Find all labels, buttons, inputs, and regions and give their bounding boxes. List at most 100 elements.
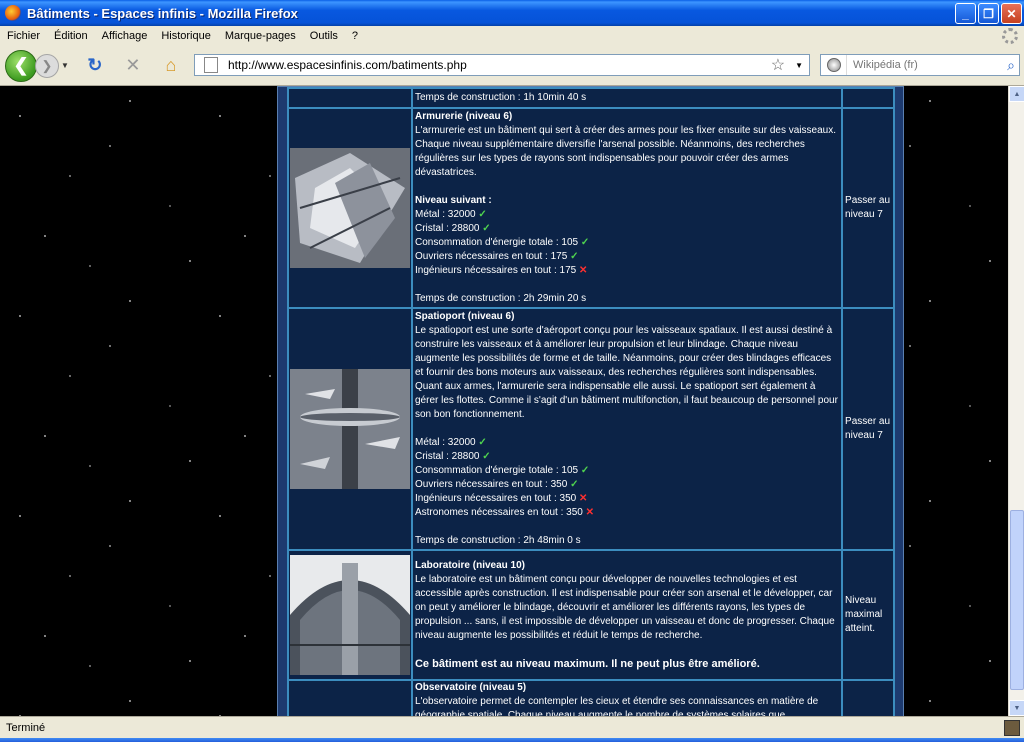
spatioport-image <box>289 369 410 489</box>
reload-button[interactable]: ↻ <box>83 54 107 78</box>
cross-icon: ✕ <box>578 493 588 504</box>
vertical-scrollbar[interactable]: ▲ ▼ <box>1008 86 1024 716</box>
construction-time: Temps de construction : 1h 10min 40 s <box>414 92 587 103</box>
home-button[interactable]: ⌂ <box>159 54 183 78</box>
content-frame: Temps de construction : 1h 10min 40 s Ar… <box>277 86 904 716</box>
scrollbar-thumb[interactable] <box>1010 510 1024 690</box>
bookmark-star-icon[interactable]: ☆ <box>771 55 785 75</box>
building-desc-cell: Armurerie (niveau 6) L'armurerie est un … <box>410 107 844 309</box>
table-row: Observatoire (niveau 5) L'observatoire p… <box>287 679 895 716</box>
page-icon <box>204 57 218 73</box>
building-image-cell <box>287 87 413 109</box>
max-level-message: Ce bâtiment est au niveau maximum. Il ne… <box>414 658 760 670</box>
next-level-label: Niveau suivant : <box>414 195 492 206</box>
menu-bar: Fichier Édition Affichage Historique Mar… <box>0 26 1024 46</box>
armurerie-image <box>289 148 410 268</box>
building-description: L'observatoire permet de contempler les … <box>414 696 819 716</box>
wikipedia-icon <box>826 58 841 72</box>
url-text[interactable]: http://www.espacesinfinis.com/batiments.… <box>228 58 771 72</box>
check-icon: ✓ <box>570 251 579 262</box>
building-action-cell <box>841 87 895 109</box>
status-bar: Terminé <box>0 716 1024 738</box>
search-engine-selector[interactable] <box>821 55 847 75</box>
url-bar[interactable]: http://www.espacesinfinis.com/batiments.… <box>194 54 810 76</box>
buildings-table-wrapper: Temps de construction : 1h 10min 40 s Ar… <box>287 87 895 716</box>
status-text: Terminé <box>6 721 46 734</box>
firefox-icon <box>5 5 21 21</box>
max-level-status: Niveau maximal atteint. <box>845 595 883 634</box>
home-icon: ⌂ <box>165 55 177 75</box>
req-ingenieurs: Ingénieurs nécessaires en tout : 350 ✕ <box>414 493 588 504</box>
search-bar[interactable]: ⌕ <box>820 54 1020 76</box>
req-astronomes: Astronomes nécessaires en tout : 350 ✕ <box>414 507 595 518</box>
navigation-toolbar: ❮ ❯ ▼ ↻ ✕ ⌂ http://www.espacesinfinis.co… <box>0 46 1024 86</box>
building-description: Le laboratoire est un bâtiment conçu pou… <box>414 574 835 641</box>
building-desc-cell: Temps de construction : 1h 10min 40 s <box>410 87 844 109</box>
check-icon: ✓ <box>478 209 487 220</box>
back-button[interactable]: ❮ <box>5 49 37 82</box>
reload-icon: ↻ <box>87 55 103 75</box>
addon-status-icon[interactable] <box>1004 720 1020 736</box>
table-row: Armurerie (niveau 6) L'armurerie est un … <box>287 107 895 309</box>
building-image-cell <box>287 679 413 716</box>
construction-time: Temps de construction : 2h 48min 0 s <box>414 535 581 546</box>
req-ouvriers: Ouvriers nécessaires en tout : 175 ✓ <box>414 251 579 262</box>
window-controls: _ ❐ ✕ <box>955 3 1022 24</box>
building-desc-cell: Laboratoire (niveau 10) Le laboratoire e… <box>410 549 844 681</box>
scroll-up-button[interactable]: ▲ <box>1009 86 1024 102</box>
url-dropdown-icon[interactable]: ▼ <box>795 61 803 70</box>
history-dropdown-icon[interactable]: ▼ <box>61 61 69 70</box>
menu-affichage[interactable]: Affichage <box>95 30 155 42</box>
table-row: Laboratoire (niveau 10) Le laboratoire e… <box>287 549 895 681</box>
menu-aide[interactable]: ? <box>345 30 365 42</box>
building-image-cell <box>287 107 413 309</box>
menu-fichier[interactable]: Fichier <box>0 30 47 42</box>
close-button[interactable]: ✕ <box>1001 3 1022 24</box>
stop-button[interactable]: ✕ <box>121 54 145 78</box>
req-cristal: Cristal : 28800 ✓ <box>414 451 491 462</box>
req-ouvriers: Ouvriers nécessaires en tout : 350 ✓ <box>414 479 579 490</box>
search-icon[interactable]: ⌕ <box>1007 57 1015 74</box>
upgrade-spatioport-link[interactable]: Passer au niveau 7 <box>845 416 890 441</box>
req-metal: Métal : 32000 ✓ <box>414 437 487 448</box>
table-row: Temps de construction : 1h 10min 40 s <box>287 87 895 109</box>
minimize-button[interactable]: _ <box>955 3 976 24</box>
menu-historique[interactable]: Historique <box>154 30 218 42</box>
req-ingenieurs: Ingénieurs nécessaires en tout : 175 ✕ <box>414 265 588 276</box>
menu-marque-pages[interactable]: Marque-pages <box>218 30 303 42</box>
table-row: Spatioport (niveau 6) Le spatioport est … <box>287 307 895 551</box>
upgrade-armurerie-link[interactable]: Passer au niveau 7 <box>845 195 890 220</box>
check-icon: ✓ <box>580 465 590 476</box>
building-action-cell: Passer au niveau 7 <box>841 307 895 551</box>
req-metal: Métal : 32000 ✓ <box>414 209 487 220</box>
buildings-table: Temps de construction : 1h 10min 40 s Ar… <box>287 87 895 716</box>
taskbar-edge <box>0 738 1024 742</box>
building-image-cell <box>287 307 413 551</box>
building-name: Armurerie (niveau 6) <box>414 111 513 122</box>
menu-edition[interactable]: Édition <box>47 30 95 42</box>
cross-icon: ✕ <box>585 507 595 518</box>
building-action-cell: Passer au niveau 7 <box>841 107 895 309</box>
menu-outils[interactable]: Outils <box>303 30 345 42</box>
window-title-bar[interactable]: Bâtiments - Espaces infinis - Mozilla Fi… <box>0 0 1024 26</box>
throbber-icon <box>1002 28 1018 44</box>
check-icon: ✓ <box>570 479 579 490</box>
back-arrow-icon: ❮ <box>13 55 29 75</box>
cross-icon: ✕ <box>578 265 588 276</box>
building-desc-cell: Spatioport (niveau 6) Le spatioport est … <box>410 307 844 551</box>
maximize-button[interactable]: ❐ <box>978 3 999 24</box>
laboratoire-image <box>289 555 410 675</box>
search-input[interactable] <box>853 59 993 71</box>
scroll-down-button[interactable]: ▼ <box>1009 700 1024 716</box>
building-action-cell <box>841 679 895 716</box>
forward-button[interactable]: ❯ <box>35 53 59 78</box>
building-desc-cell: Observatoire (niveau 5) L'observatoire p… <box>410 679 844 716</box>
req-cristal: Cristal : 28800 ✓ <box>414 223 491 234</box>
check-icon: ✓ <box>478 437 487 448</box>
check-icon: ✓ <box>482 223 491 234</box>
building-description: Le spatioport est une sorte d'aéroport c… <box>414 325 838 420</box>
forward-arrow-icon: ❯ <box>41 57 53 73</box>
building-action-cell: Niveau maximal atteint. <box>841 549 895 681</box>
page-content[interactable]: Temps de construction : 1h 10min 40 s Ar… <box>0 86 1008 716</box>
req-energie: Consommation d'énergie totale : 105 ✓ <box>414 465 590 476</box>
